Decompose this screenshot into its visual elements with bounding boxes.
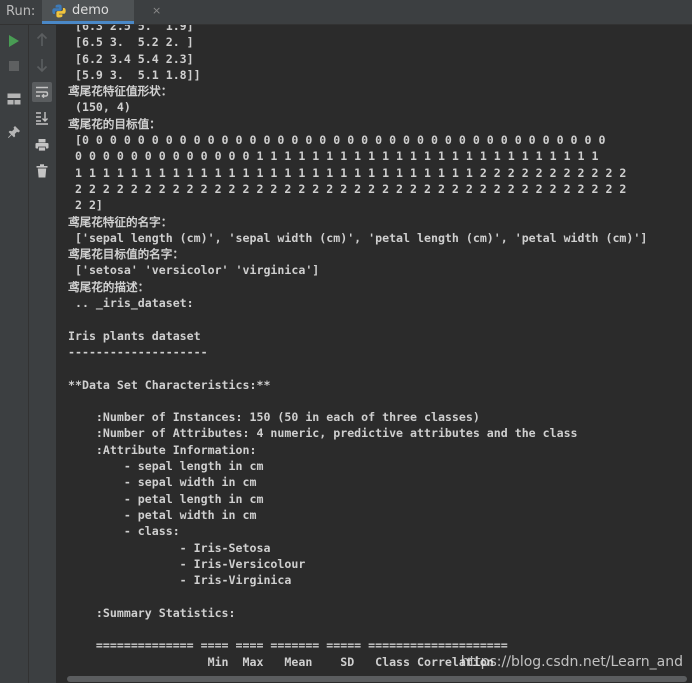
- soft-wrap-icon: [36, 86, 49, 98]
- console-line: - class:: [68, 524, 180, 539]
- run-header: Run: demo ×: [0, 0, 692, 25]
- play-icon: [9, 35, 19, 47]
- trash-icon: [36, 164, 48, 178]
- tab-label: demo: [72, 3, 109, 18]
- console-line: (150, 4): [68, 100, 131, 115]
- rerun-button[interactable]: [4, 31, 24, 51]
- console-line: - sepal width in cm: [68, 475, 257, 490]
- console-line: 鸢尾花的描述：: [68, 279, 150, 294]
- horizontal-scrollbar[interactable]: [67, 676, 687, 682]
- console-line: Min Max Mean SD Class Correlation: [68, 654, 494, 669]
- print-icon: [35, 139, 49, 152]
- console-line: :Attribute Information:: [68, 442, 257, 457]
- soft-wrap-button[interactable]: [32, 82, 52, 102]
- run-toolbar: [0, 25, 56, 683]
- pin-icon: [8, 126, 20, 138]
- console-line: ============== ==== ==== ======= ===== =…: [68, 638, 508, 653]
- console-line: --------------------: [68, 344, 208, 359]
- arrow-up-icon: [36, 33, 48, 46]
- arrow-down-icon: [36, 59, 48, 72]
- console-line: - Iris-Virginica: [68, 573, 292, 588]
- console-line: :Number of Attributes: 4 numeric, predic…: [68, 426, 578, 441]
- console-line: Iris plants dataset: [68, 328, 201, 343]
- stop-button[interactable]: [4, 56, 24, 76]
- layout-button[interactable]: [4, 89, 24, 109]
- console-line: ['sepal length (cm)', 'sepal width (cm)'…: [68, 230, 648, 245]
- console-output[interactable]: [6.3 2.5 5. 1.9] [6.5 3. 5.2 2. ] [6.2 3…: [57, 25, 692, 683]
- console-line: 鸢尾花特征值形状：: [68, 84, 173, 99]
- console-line: - Iris-Setosa: [68, 540, 271, 555]
- console-line: :Summary Statistics:: [68, 605, 236, 620]
- console-line: 2 2]: [68, 198, 103, 213]
- stop-icon: [9, 61, 19, 71]
- console-line: [6.2 3.4 5.4 2.3]: [68, 51, 194, 66]
- console-line: 鸢尾花目标值的名字：: [68, 247, 184, 262]
- console-line: 2 2 2 2 2 2 2 2 2 2 2 2 2 2 2 2 2 2 2 2 …: [68, 181, 627, 196]
- console-line: - Iris-Versicolour: [68, 556, 306, 571]
- console-line: ['setosa' 'versicolor' 'virginica']: [68, 263, 320, 278]
- scroll-down-button[interactable]: [32, 55, 52, 75]
- console-line: .. _iris_dataset:: [68, 296, 194, 311]
- console-text: [6.3 2.5 5. 1.9] [6.5 3. 5.2 2. ] [6.2 3…: [68, 25, 647, 683]
- console-line: [6.3 2.5 5. 1.9]: [68, 25, 194, 33]
- console-line: - petal width in cm: [68, 507, 257, 522]
- console-line: 鸢尾花的目标值：: [68, 116, 161, 131]
- console-line: **Data Set Characteristics:**: [68, 377, 271, 392]
- console-line: - petal length in cm: [68, 491, 264, 506]
- layout-icon: [7, 93, 21, 105]
- console-line: 0 0 0 0 0 0 0 0 0 0 0 0 0 1 1 1 1 1 1 1 …: [68, 149, 599, 164]
- print-button[interactable]: [32, 135, 52, 155]
- watermark: https://blog.csdn.net/Learn_and: [460, 654, 683, 670]
- scroll-to-end-icon: [36, 112, 48, 125]
- scroll-up-button[interactable]: [32, 30, 52, 50]
- close-icon[interactable]: ×: [152, 5, 161, 17]
- console-line: 1 1 1 1 1 1 1 1 1 1 1 1 1 1 1 1 1 1 1 1 …: [68, 165, 627, 180]
- console-line: :Number of Instances: 150 (50 in each of…: [68, 410, 480, 425]
- toolbar-divider: [28, 25, 29, 683]
- run-tool-window: Run: demo × [6.3 2.5 5. 1.9] [6.5 3. 5.2…: [0, 0, 692, 683]
- tab-demo[interactable]: demo ×: [42, 0, 161, 24]
- console-line: [0 0 0 0 0 0 0 0 0 0 0 0 0 0 0 0 0 0 0 0…: [68, 133, 606, 148]
- python-icon: [52, 4, 66, 18]
- pin-button[interactable]: [4, 122, 24, 142]
- run-label: Run:: [6, 4, 36, 19]
- console-line: [6.5 3. 5.2 2. ]: [68, 35, 194, 50]
- console-line: [5.9 3. 5.1 1.8]]: [68, 67, 201, 82]
- clear-button[interactable]: [32, 161, 52, 181]
- console-line: 鸢尾花特征的名字：: [68, 214, 173, 229]
- console-line: - sepal length in cm: [68, 459, 264, 474]
- scroll-to-end-button[interactable]: [32, 108, 52, 128]
